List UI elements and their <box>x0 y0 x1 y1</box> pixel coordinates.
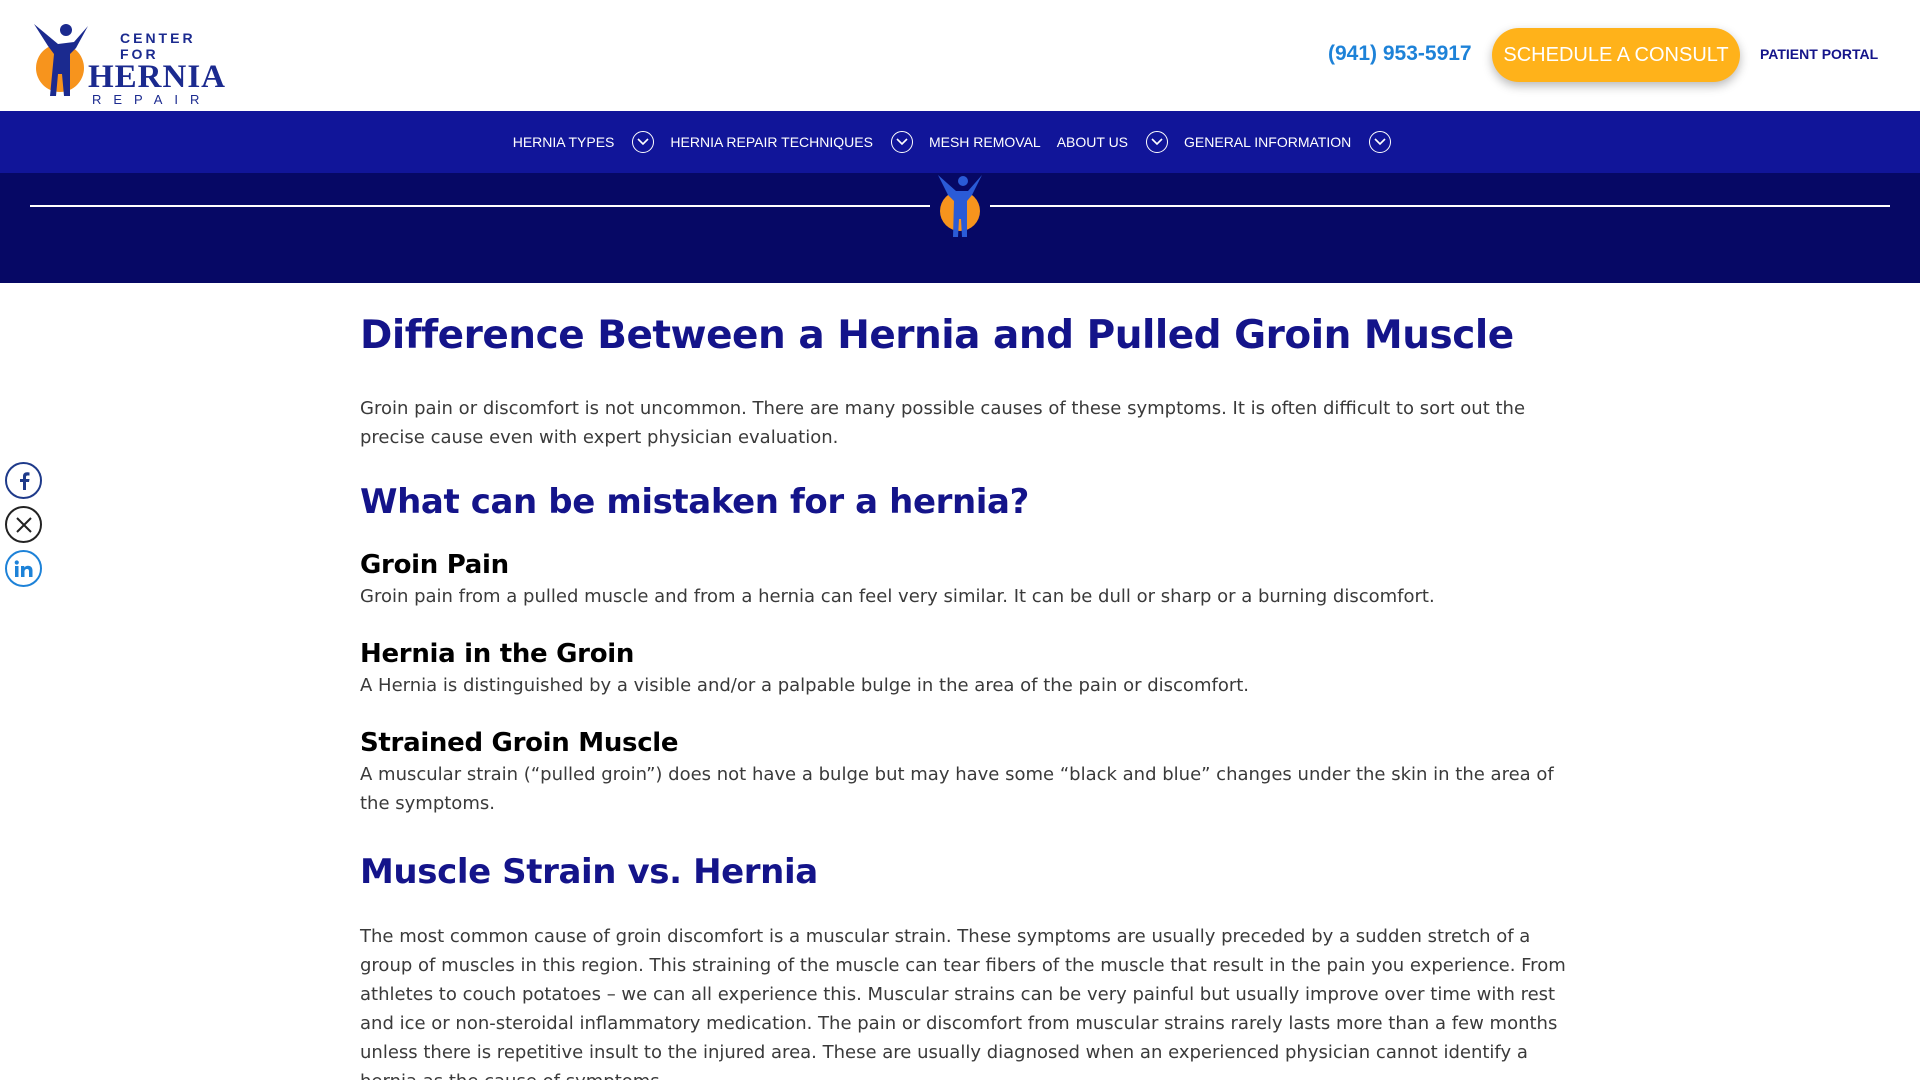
nav-item-mesh-removal[interactable]: MESH REMOVAL <box>929 134 1041 150</box>
nav-item-label: GENERAL INFORMATION <box>1184 134 1352 150</box>
chevron-down-icon[interactable] <box>1369 131 1392 153</box>
logo-line-3: REPAIR <box>92 92 212 107</box>
intro-paragraph: Groin pain or discomfort is not uncommon… <box>360 398 1526 448</box>
chevron-down-icon[interactable] <box>1146 131 1169 153</box>
phone-link[interactable]: (941) 953-5917 <box>1328 42 1472 66</box>
social-share-bar <box>5 462 42 594</box>
section-heading-strain-vs-hernia: Muscle Strain vs. Hernia <box>360 852 818 892</box>
nav-item-label: HERNIA REPAIR TECHNIQUES <box>670 134 873 150</box>
logo-wordmark: CENTER FOR HERNIA REPAIR <box>88 30 228 108</box>
banner-divider-left <box>30 205 930 207</box>
strained-muscle-paragraph: A muscular strain (“pulled groin”) does … <box>360 764 1554 814</box>
linkedin-share-button[interactable] <box>5 550 42 587</box>
article-content: Difference Between a Hernia and Pulled G… <box>360 310 1570 1080</box>
strain-vs-hernia-paragraph: The most common cause of groin discomfor… <box>360 926 1566 1080</box>
nav-item-hernia-types[interactable]: HERNIA TYPES <box>513 131 655 153</box>
linkedin-icon <box>14 559 32 577</box>
subheading-hernia-groin: Hernia in the Groin <box>360 639 635 669</box>
x-icon <box>15 516 32 533</box>
logo-line-1: CENTER FOR <box>120 30 196 62</box>
facebook-share-button[interactable] <box>5 462 42 499</box>
section-heading-mistaken: What can be mistaken for a hernia? <box>360 482 1029 522</box>
main-nav: HERNIA TYPES HERNIA REPAIR TECHNIQUES ME… <box>0 111 1920 173</box>
subheading-groin-pain: Groin Pain <box>360 550 509 580</box>
schedule-consult-button[interactable]: SCHEDULE A CONSULT <box>1492 28 1740 82</box>
logo-line-2: HERNIA <box>88 59 227 95</box>
nav-item-label: HERNIA TYPES <box>512 134 615 150</box>
nav-item-about-us[interactable]: ABOUT US <box>1056 131 1169 153</box>
page-title: Difference Between a Hernia and Pulled G… <box>360 313 1514 358</box>
nav-item-general-information[interactable]: GENERAL INFORMATION <box>1184 131 1392 153</box>
logo-figure-icon <box>34 24 88 96</box>
banner-divider-right <box>990 205 1890 207</box>
banner-figure-icon <box>938 175 982 237</box>
groin-pain-paragraph: Groin pain from a pulled muscle and from… <box>360 586 1435 607</box>
chevron-down-icon[interactable] <box>890 131 913 153</box>
nav-item-repair-techniques[interactable]: HERNIA REPAIR TECHNIQUES <box>670 131 913 153</box>
x-share-button[interactable] <box>5 506 42 543</box>
facebook-icon <box>19 471 29 490</box>
nav-list: HERNIA TYPES HERNIA REPAIR TECHNIQUES ME… <box>513 131 1408 153</box>
subheading-strained-muscle: Strained Groin Muscle <box>360 728 679 758</box>
hero-banner <box>0 173 1920 283</box>
nav-item-label: ABOUT US <box>1056 134 1129 150</box>
patient-portal-link[interactable]: PATIENT PORTAL <box>1760 46 1878 62</box>
site-header: CENTER FOR HERNIA REPAIR (941) 953-5917 … <box>0 0 1920 111</box>
site-logo[interactable]: CENTER FOR HERNIA REPAIR <box>30 18 225 107</box>
hernia-groin-paragraph: A Hernia is distinguished by a visible a… <box>360 675 1250 696</box>
nav-item-label: MESH REMOVAL <box>928 134 1041 150</box>
chevron-down-icon[interactable] <box>632 131 655 153</box>
